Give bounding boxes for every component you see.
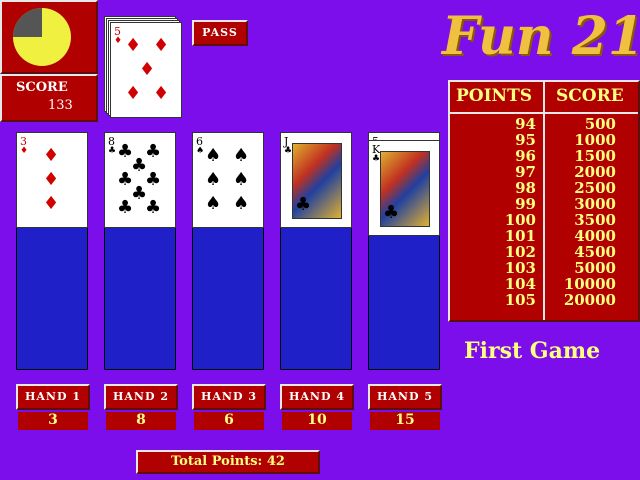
hand-3-button[interactable]: HAND 3 [192, 384, 266, 410]
table-cell-score: 500 [584, 115, 616, 133]
table-cell-points: 102 [504, 243, 536, 261]
club-icon: ♣ [145, 169, 162, 190]
club-icon: ♣ [295, 194, 312, 215]
table-cell-score: 20000 [563, 291, 616, 309]
hand-5-button[interactable]: HAND 5 [368, 384, 442, 410]
diamond-icon: ♦ [125, 35, 142, 56]
hand-2-button[interactable]: HAND 2 [104, 384, 178, 410]
total-points-label: Total Points: 42 [171, 454, 285, 469]
table-cell-score: 3500 [574, 211, 616, 229]
club-icon: ♣ [117, 197, 134, 218]
spade-icon: ♠ [233, 145, 250, 166]
hand-4-button[interactable]: HAND 4 [280, 384, 354, 410]
table-cell-points: 94 [515, 115, 536, 133]
diamond-icon: ♦ [153, 35, 170, 56]
table-cell-points: 101 [504, 227, 536, 245]
playing-card: J ♣ ♣ [280, 132, 352, 228]
hand-total: 15 [370, 412, 440, 430]
diamond-icon: ♦ [153, 83, 170, 104]
club-icon: ♣ [145, 141, 162, 162]
table-cell-score: 4500 [574, 243, 616, 261]
spade-icon: ♠ [205, 145, 222, 166]
table-cell-points: 100 [504, 211, 536, 229]
table-header-score: SCORE [556, 86, 624, 106]
hand-total: 6 [194, 412, 264, 430]
deck-top-card[interactable]: 5 ♦ ♦ ♦ ♦ ♦ ♦ [110, 22, 182, 118]
club-icon: ♣ [145, 197, 162, 218]
hand-total: 8 [106, 412, 176, 430]
table-cell-score: 3000 [574, 195, 616, 213]
table-cell-points: 105 [504, 291, 536, 309]
table-cell-points: 95 [515, 131, 536, 149]
hand-1-button[interactable]: HAND 1 [16, 384, 90, 410]
playing-card: 3 ♦ ♦ ♦ ♦ [16, 132, 88, 228]
timer-panel [0, 0, 98, 74]
table-cell-score: 4000 [574, 227, 616, 245]
hand-total: 10 [282, 412, 352, 430]
score-table: POINTS SCORE 94 500 95 1000 96 1500 97 2000 98 25… [448, 80, 640, 322]
score-value: 133 [48, 98, 73, 113]
table-cell-score: 10000 [563, 275, 616, 293]
diamond-icon: ♦ [43, 145, 60, 166]
table-cell-points: 98 [515, 179, 536, 197]
hand-total: 3 [18, 412, 88, 430]
score-panel: SCORE 133 [0, 74, 98, 122]
game-status: First Game [464, 338, 601, 364]
card-suit-corner: ♦ [114, 36, 123, 46]
timer-pie-icon [13, 8, 71, 66]
spade-icon: ♠ [233, 169, 250, 190]
playing-card: K ♣ ♣ [368, 140, 440, 236]
diamond-icon: ♦ [43, 169, 60, 190]
table-cell-points: 97 [515, 163, 536, 181]
card-suit-corner: ♦ [20, 146, 29, 156]
diamond-icon: ♦ [43, 193, 60, 214]
card-suit-corner: ♠ [196, 146, 205, 156]
spade-icon: ♠ [205, 169, 222, 190]
table-cell-points: 96 [515, 147, 536, 165]
table-cell-score: 5000 [574, 259, 616, 277]
table-cell-score: 1500 [574, 147, 616, 165]
diamond-icon: ♦ [139, 59, 156, 80]
deck[interactable]: 5 ♦ ♦ ♦ ♦ ♦ ♦ [104, 16, 184, 120]
table-cell-score: 2000 [574, 163, 616, 181]
spade-icon: ♠ [233, 193, 250, 214]
total-points-panel: Total Points: 42 [136, 450, 320, 474]
table-cell-points: 99 [515, 195, 536, 213]
card-suit-corner: ♣ [372, 154, 381, 164]
table-cell-points: 104 [504, 275, 536, 293]
card-suit-corner: ♣ [284, 146, 293, 156]
table-cell-points: 103 [504, 259, 536, 277]
table-header-points: POINTS [456, 86, 533, 106]
pass-button[interactable]: PASS [192, 20, 248, 46]
club-icon: ♣ [383, 202, 400, 223]
table-cell-score: 1000 [574, 131, 616, 149]
card-suit-corner: ♣ [108, 146, 117, 156]
game-title: Fun 21 [442, 6, 640, 67]
king-face-icon: ♣ [380, 151, 430, 227]
playing-card: 8 ♣ ♣ ♣ ♣ ♣ ♣ ♣ ♣ ♣ [104, 132, 176, 228]
table-cell-score: 2500 [574, 179, 616, 197]
spade-icon: ♠ [205, 193, 222, 214]
score-label: SCORE [16, 80, 68, 95]
diamond-icon: ♦ [125, 83, 142, 104]
playing-card: 6 ♠ ♠ ♠ ♠ ♠ ♠ ♠ [192, 132, 264, 228]
jack-face-icon: ♣ [292, 143, 342, 219]
